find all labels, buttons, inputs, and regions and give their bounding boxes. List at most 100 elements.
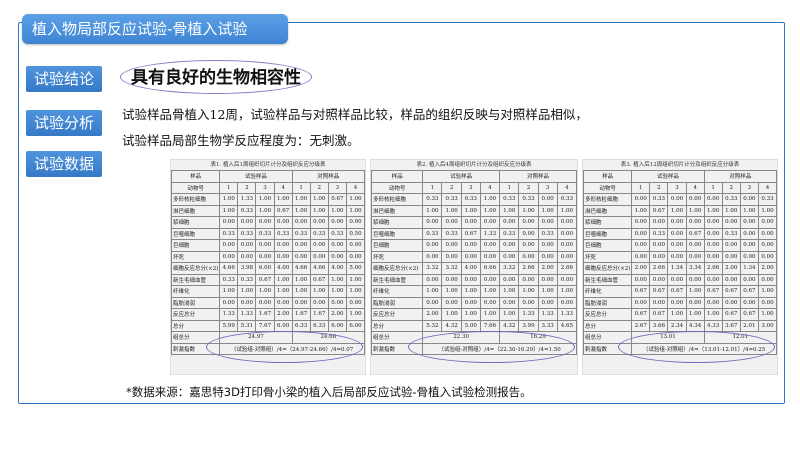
table-row: 巨细胞 0.00 0.00 0.00 0.00 0.00 0.00 0.00 0.00 bbox=[371, 239, 577, 252]
table-cell: 0.00 bbox=[631, 239, 651, 252]
table-cell: 0.67 bbox=[739, 285, 759, 298]
table-cell: 新生毛细血管 bbox=[583, 273, 633, 286]
table-cell: 1.00 bbox=[291, 285, 311, 298]
group-total-label: 组总分 bbox=[583, 331, 633, 344]
table-cell: 6.66 bbox=[479, 262, 501, 275]
table-cell: 1.33 bbox=[537, 308, 558, 321]
table-row: 巨噬细胞 0.33 0.33 0.67 1.33 0.33 0.00 0.33 0.00 bbox=[371, 227, 577, 240]
table-cell: 0.00 bbox=[649, 239, 669, 252]
table-cell: 1.00 bbox=[667, 308, 687, 321]
table-cell: 总分 bbox=[371, 319, 424, 332]
table-cell: 2.66 bbox=[556, 262, 577, 275]
table-cell: 1.33 bbox=[237, 308, 257, 321]
table-cell: 0.00 bbox=[291, 239, 311, 252]
table-cell: 1.00 bbox=[685, 308, 705, 321]
table-cell: 1.00 bbox=[345, 285, 365, 298]
table-cell: 0.00 bbox=[237, 250, 257, 263]
table-cell: 1.00 bbox=[309, 204, 329, 217]
table-cell: 0.67 bbox=[631, 308, 651, 321]
table-cell: 0.00 bbox=[721, 296, 741, 309]
irritation-index-formula: （试验组-对照组）/4=（13.01-12.01）/4=0.25 bbox=[631, 342, 777, 355]
group-total-value: 12.01 bbox=[703, 331, 777, 344]
table-cell: 1.34 bbox=[667, 262, 687, 275]
header-cell: 2 bbox=[721, 181, 741, 194]
table-cell: 细胞反应总分(×2) bbox=[171, 262, 221, 275]
header-cell: 3 bbox=[460, 181, 481, 194]
table-row: 反应总分 1.33 1.33 1.67 2.00 1.67 1.67 2.00 1.00 bbox=[171, 308, 365, 321]
table-cell: 多形核粒细胞 bbox=[171, 193, 221, 206]
table-cell: 0.50 bbox=[345, 227, 365, 240]
table-cell: 0.67 bbox=[327, 193, 347, 206]
table-cell: 巨细胞 bbox=[171, 239, 221, 252]
table-cell: 巨细胞 bbox=[371, 239, 424, 252]
table-cell: 0.00 bbox=[685, 193, 705, 206]
table-cell: 0.33 bbox=[219, 227, 239, 240]
table-cell: 6.33 bbox=[291, 319, 311, 332]
table-cell: 巨噬细胞 bbox=[171, 227, 221, 240]
table-cell: 2.01 bbox=[739, 319, 759, 332]
table-cell: 0.33 bbox=[460, 193, 481, 206]
header-cell: 2 bbox=[649, 181, 669, 194]
header-cell: 动物号 bbox=[171, 181, 221, 194]
table-cell: 0.00 bbox=[499, 216, 520, 229]
table-cell: 0.00 bbox=[499, 273, 520, 286]
table-cell: 0.00 bbox=[721, 216, 741, 229]
table-cell: 1.00 bbox=[757, 204, 777, 217]
group-total-value: 24.66 bbox=[291, 331, 365, 344]
table-cell: 0.00 bbox=[441, 250, 462, 263]
table-cell: 1.00 bbox=[327, 204, 347, 217]
table-cell: 0.00 bbox=[422, 216, 443, 229]
table-cell: 0.33 bbox=[649, 193, 669, 206]
table-cell: 脂肪浸润 bbox=[583, 296, 633, 309]
table-cell: 2.66 bbox=[649, 262, 669, 275]
table-header-row: 样品 试验样品 对照样品 bbox=[583, 170, 777, 183]
table-cell: 0.00 bbox=[345, 250, 365, 263]
irritation-index-label: 刺激指数 bbox=[171, 342, 221, 355]
table-cell: 总分 bbox=[583, 319, 633, 332]
header-cell: 对照样品 bbox=[291, 170, 365, 183]
table-cell: 1.00 bbox=[685, 285, 705, 298]
table-cell: 0.33 bbox=[327, 227, 347, 240]
table-cell: 0.00 bbox=[479, 296, 501, 309]
header-cell: 对照样品 bbox=[703, 170, 777, 183]
table-cell: 细胞反应总分(×2) bbox=[371, 262, 424, 275]
table-cell: 0.00 bbox=[556, 250, 577, 263]
table-caption: 表1. 植入后1周组织切片计分及组织反应分级表 bbox=[210, 162, 326, 168]
table-cell: 2.00 bbox=[327, 308, 347, 321]
table-cell: 0.00 bbox=[667, 273, 687, 286]
table-cell: 0.33 bbox=[441, 193, 462, 206]
table-cell: 0.00 bbox=[255, 296, 275, 309]
table-cell: 0.00 bbox=[685, 296, 705, 309]
table-cell: 总分 bbox=[171, 319, 221, 332]
table-cell: 0.00 bbox=[309, 296, 329, 309]
table-cell: 0.00 bbox=[237, 216, 257, 229]
table-cell: 0.33 bbox=[237, 204, 257, 217]
table-cell: 0.33 bbox=[237, 227, 257, 240]
table-cell: 0.00 bbox=[518, 273, 539, 286]
table-cell: 反应总分 bbox=[371, 308, 424, 321]
table-cell: 2.00 bbox=[537, 262, 558, 275]
table-cell: 0.33 bbox=[649, 227, 669, 240]
table-cell: 1.00 bbox=[255, 285, 275, 298]
table-cell: 1.00 bbox=[291, 193, 311, 206]
table-row: 刺激指数 （试验组-对照组）/4=（13.01-12.01）/4=0.25 bbox=[583, 342, 777, 355]
table-cell: 0.00 bbox=[460, 296, 481, 309]
table-cell: 巨细胞 bbox=[583, 239, 633, 252]
table-row: 新生毛细血管 0.00 0.00 0.00 0.00 0.00 0.00 0.00 0.00 bbox=[371, 273, 577, 286]
table-cell: 0.33 bbox=[721, 193, 741, 206]
table-cell: 0.00 bbox=[273, 296, 293, 309]
table-row: 细胞反应总分(×2) 2.00 2.66 1.34 3.34 2.66 2.00 1.34 2.… bbox=[583, 262, 777, 275]
table-cell: 0.00 bbox=[667, 216, 687, 229]
table-cell: 0.00 bbox=[667, 250, 687, 263]
analysis-line-2: 试验样品局部生物学反应程度为：无刺激。 bbox=[122, 133, 360, 148]
table-row: 组总分 22.30 16.29 bbox=[371, 331, 577, 344]
group-total-value: 16.29 bbox=[499, 331, 577, 344]
table-row: 脂肪浸润 0.00 0.00 0.00 0.00 0.00 0.00 0.00 0.00 bbox=[371, 296, 577, 309]
table-cell: 0.00 bbox=[739, 227, 759, 240]
table-cell: 2.66 bbox=[703, 262, 723, 275]
table-cell: 0.00 bbox=[757, 239, 777, 252]
table-cell: 1.00 bbox=[685, 204, 705, 217]
table-cell: 0.00 bbox=[255, 239, 275, 252]
table-row: 淋巴细胞 1.00 0.67 1.00 1.00 1.00 1.00 1.00 1.00 bbox=[583, 204, 777, 217]
table-cell: 0.00 bbox=[721, 250, 741, 263]
